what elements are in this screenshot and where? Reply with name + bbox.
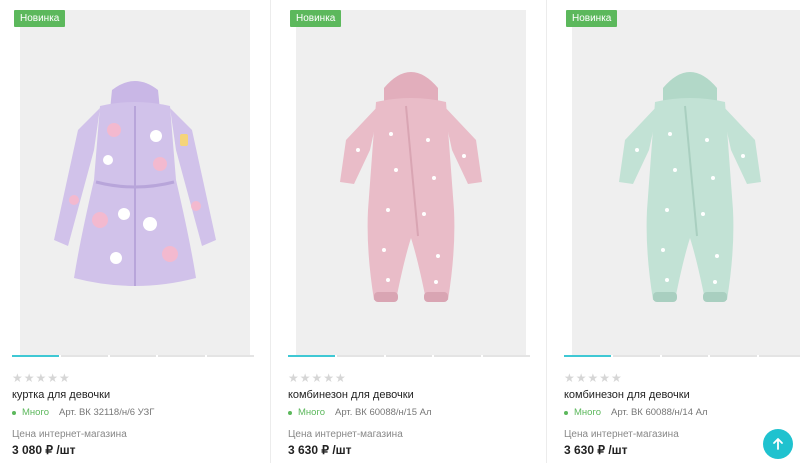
product-title[interactable]: комбинезон для девочки — [288, 389, 414, 401]
price-label: Цена интернет-магазина — [288, 429, 403, 440]
overall-image — [619, 72, 761, 302]
carousel-dot[interactable] — [336, 355, 384, 357]
stock-info: Много Арт. ВК 32118/н/6 УЗГ — [12, 407, 154, 418]
rating-stars[interactable]: ★★★★★ — [288, 371, 347, 385]
product-title[interactable]: комбинезон для девочки — [564, 389, 690, 401]
image-carousel-dots[interactable] — [12, 355, 254, 357]
product-image[interactable] — [296, 10, 526, 355]
card-divider — [546, 0, 547, 463]
product-image[interactable] — [20, 10, 250, 355]
price-label: Цена интернет-магазина — [564, 429, 679, 440]
stock-status: Много — [574, 407, 601, 418]
stock-info: Много Арт. ВК 60088/н/15 Ал — [288, 407, 432, 418]
overall-image — [340, 72, 482, 302]
new-badge: Новинка — [566, 10, 618, 27]
product-title[interactable]: куртка для девочки — [12, 389, 110, 401]
carousel-dot[interactable] — [564, 355, 611, 357]
carousel-dot[interactable] — [385, 355, 433, 357]
product-card[interactable]: Новинка ★★★★★ куртка для девочки Много А… — [12, 0, 270, 463]
carousel-dot[interactable] — [710, 355, 758, 357]
product-card[interactable]: Новинка ★★★★★ комбинезон для девочки Мно… — [288, 0, 546, 463]
image-carousel-dots[interactable] — [288, 355, 530, 357]
product-price: 3 080 ₽ /шт — [12, 443, 76, 457]
carousel-dot[interactable] — [612, 355, 660, 357]
article-number: Арт. ВК 32118/н/6 УЗГ — [58, 407, 155, 418]
carousel-dot[interactable] — [158, 355, 206, 357]
jacket-image — [54, 81, 216, 286]
carousel-dot[interactable] — [288, 355, 335, 357]
product-image[interactable] — [572, 10, 800, 355]
carousel-dot[interactable] — [60, 355, 108, 357]
rating-stars[interactable]: ★★★★★ — [564, 371, 623, 385]
product-card[interactable]: Новинка ★★★★★ комбинезон для девочки Мно… — [564, 0, 800, 463]
carousel-dot[interactable] — [207, 355, 254, 357]
new-badge: Новинка — [14, 10, 66, 27]
stock-indicator-icon — [12, 410, 16, 415]
article-number: Арт. ВК 60088/н/14 Ал — [610, 407, 708, 418]
carousel-dot[interactable] — [661, 355, 709, 357]
carousel-dot[interactable] — [109, 355, 157, 357]
stock-status: Много — [298, 407, 325, 418]
product-price: 3 630 ₽ /шт — [288, 443, 352, 457]
new-badge: Новинка — [290, 10, 342, 27]
product-grid: Новинка ★★★★★ куртка для девочки Много А… — [0, 0, 800, 463]
card-divider — [270, 0, 271, 463]
product-price: 3 630 ₽ /шт — [564, 443, 628, 457]
stock-status: Много — [22, 407, 49, 418]
stock-indicator-icon — [564, 410, 568, 415]
carousel-dot[interactable] — [483, 355, 530, 357]
rating-stars[interactable]: ★★★★★ — [12, 371, 71, 385]
arrow-up-icon — [773, 438, 783, 450]
carousel-dot[interactable] — [12, 355, 59, 357]
stock-info: Много Арт. ВК 60088/н/14 Ал — [564, 407, 708, 418]
image-carousel-dots[interactable] — [564, 355, 800, 357]
price-label: Цена интернет-магазина — [12, 429, 127, 440]
stock-indicator-icon — [288, 410, 292, 415]
carousel-dot[interactable] — [434, 355, 482, 357]
article-number: Арт. ВК 60088/н/15 Ал — [334, 407, 432, 418]
carousel-dot[interactable] — [759, 355, 800, 357]
scroll-to-top-button[interactable] — [763, 429, 793, 459]
